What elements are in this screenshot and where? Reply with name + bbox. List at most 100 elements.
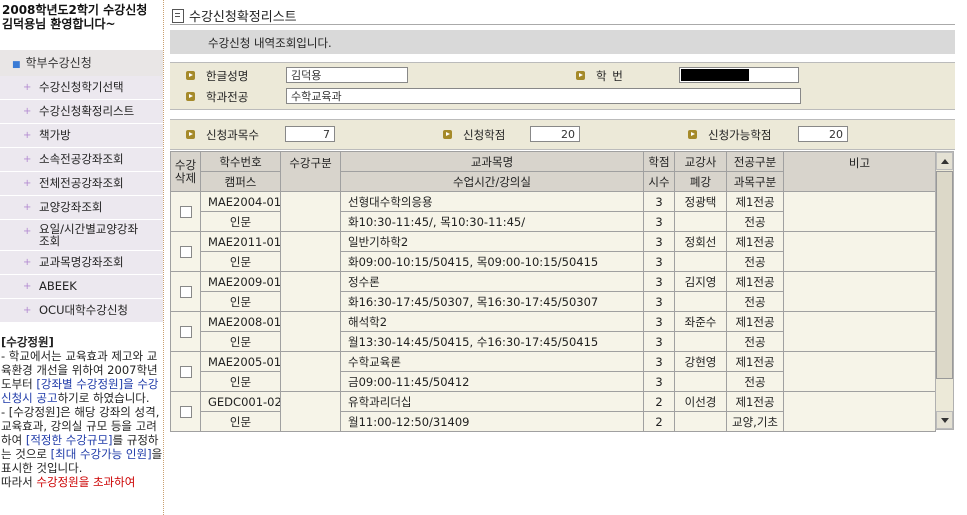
sidebar-item-confirmed-list[interactable]: + 수강신청확정리스트 bbox=[0, 100, 163, 124]
header-text: 수강 bbox=[174, 157, 197, 172]
subject-type: 전공 bbox=[726, 251, 784, 272]
enroll-type bbox=[280, 351, 341, 392]
closed bbox=[674, 291, 727, 312]
major-type: 제1전공 bbox=[726, 191, 784, 212]
page-title-text: 수강신청확정리스트 bbox=[189, 10, 297, 25]
hours: 3 bbox=[643, 371, 675, 392]
credit: 3 bbox=[643, 351, 675, 372]
notice-highlight: [적정한 수강규모] bbox=[25, 433, 113, 447]
major-label: 학과전공 bbox=[206, 90, 249, 104]
plus-icon: + bbox=[23, 226, 32, 237]
notice-highlight: [최대 수강가능 인원] bbox=[50, 447, 152, 461]
note bbox=[783, 391, 936, 432]
credit: 3 bbox=[643, 311, 675, 332]
course-table: 수강 삭제 학수번호 수강구분 교과목명 학점 교강사 전공구분 비고 캠퍼스 수… bbox=[170, 151, 936, 432]
sidebar: 2008학년도2학기 수강신청 김덕용님 환영합니다~ ■ 학부수강신청 + 수강신… bbox=[0, 0, 164, 515]
enroll-type bbox=[280, 391, 341, 432]
sidebar-item-ocu[interactable]: + OCU대학수강신청 bbox=[0, 299, 163, 323]
closed bbox=[674, 411, 727, 432]
table-row: MAE2005-01 수학교육론 3 강현영 제1전공 bbox=[170, 351, 936, 392]
major-field: 수학교육과 bbox=[286, 88, 801, 104]
subject-type: 전공 bbox=[726, 291, 784, 312]
schedule: 화09:00-10:15/50415, 목09:00-10:15/50415 bbox=[340, 251, 644, 272]
header-text: 삭제 bbox=[174, 170, 197, 185]
professor: 정광택 bbox=[674, 191, 727, 212]
document-icon bbox=[172, 9, 184, 23]
sidebar-item-bookbag[interactable]: + 책가방 bbox=[0, 124, 163, 148]
scroll-down-arrow-icon[interactable] bbox=[936, 411, 953, 429]
page-title: 수강신청확정리스트 bbox=[172, 6, 297, 25]
notice-paragraph-1: - 학교에서는 교육효과 제고와 교육환경 개선을 위하여 2007학년도부터 … bbox=[1, 349, 163, 405]
delete-checkbox[interactable] bbox=[179, 246, 192, 258]
campus: 인문 bbox=[200, 331, 281, 352]
sidebar-item-semester-select[interactable]: + 수강신청학기선택 bbox=[0, 76, 163, 100]
delete-cell bbox=[170, 311, 201, 352]
schedule: 금09:00-11:45/50412 bbox=[340, 371, 644, 392]
arrow-bullet-icon bbox=[576, 71, 585, 80]
delete-cell bbox=[170, 391, 201, 432]
course-name: 수학교육론 bbox=[340, 351, 644, 372]
sidebar-item-abeek[interactable]: + ABEEK bbox=[0, 275, 163, 299]
sidebar-item-general-courses[interactable]: + 교양강좌조회 bbox=[0, 196, 163, 220]
max-credits-label: 신청가능학점 bbox=[708, 128, 772, 142]
scroll-thumb[interactable] bbox=[936, 171, 953, 379]
delete-checkbox[interactable] bbox=[179, 366, 192, 378]
closed bbox=[674, 371, 727, 392]
header-enroll-type: 수강구분 bbox=[280, 151, 341, 192]
header-closed: 폐강 bbox=[674, 171, 727, 192]
major-type: 제1전공 bbox=[726, 311, 784, 332]
header-course-code: 학수번호 bbox=[200, 151, 281, 172]
plus-icon: + bbox=[23, 130, 32, 141]
professor: 정회선 bbox=[674, 231, 727, 252]
info-bar: 수강신청 내역조회입니다. bbox=[170, 30, 955, 54]
table-row: GEDC001-02 유학과리더십 2 이선경 제1전공 bbox=[170, 391, 936, 432]
credits-field: 20 bbox=[530, 126, 580, 142]
sidebar-item-label: 교양강좌조회 bbox=[39, 200, 103, 214]
scroll-up-arrow-icon[interactable] bbox=[936, 152, 953, 170]
welcome-message: 2008학년도2학기 수강신청 김덕용님 환영합니다~ bbox=[0, 0, 163, 43]
sidebar-item-label: 전체전공강좌조회 bbox=[39, 176, 124, 190]
closed bbox=[674, 251, 727, 272]
credit: 2 bbox=[643, 391, 675, 412]
major-type: 제1전공 bbox=[726, 271, 784, 292]
delete-checkbox[interactable] bbox=[179, 286, 192, 298]
sidebar-item-course-name-search[interactable]: + 교과목명강좌조회 bbox=[0, 251, 163, 275]
delete-cell bbox=[170, 231, 201, 272]
major-type: 제1전공 bbox=[726, 351, 784, 372]
credit: 3 bbox=[643, 231, 675, 252]
course-name: 일반기하학2 bbox=[340, 231, 644, 252]
delete-checkbox[interactable] bbox=[179, 206, 192, 218]
schedule: 화10:30-11:45/, 목10:30-11:45/ bbox=[340, 211, 644, 232]
sidebar-main-item[interactable]: ■ 학부수강신청 bbox=[0, 50, 163, 76]
square-bullet-icon: ■ bbox=[12, 60, 21, 70]
arrow-bullet-icon bbox=[688, 130, 697, 139]
delete-checkbox[interactable] bbox=[179, 406, 192, 418]
course-code: MAE2011-01 bbox=[200, 231, 281, 252]
header-schedule: 수업시간/강의실 bbox=[340, 171, 644, 192]
sidebar-item-dept-major-courses[interactable]: + 소속전공강좌조회 bbox=[0, 148, 163, 172]
notice-title: [수강정원] bbox=[1, 335, 54, 349]
major-type: 제1전공 bbox=[726, 391, 784, 412]
course-code: MAE2004-01 bbox=[200, 191, 281, 212]
vertical-scrollbar[interactable] bbox=[935, 151, 954, 430]
notice-paragraph-2: - [수강정원]은 해당 강좌의 성격, 교육효과, 강의실 규모 등을 고려하… bbox=[1, 405, 163, 475]
campus: 인문 bbox=[200, 251, 281, 272]
welcome-line-1: 2008학년도2학기 수강신청 bbox=[2, 3, 148, 17]
table-row: MAE2009-01 정수론 3 김지영 제1전공 bbox=[170, 271, 936, 312]
schedule: 월11:00-12:50/31409 bbox=[340, 411, 644, 432]
delete-cell bbox=[170, 271, 201, 312]
enroll-type bbox=[280, 311, 341, 352]
subject-type: 전공 bbox=[726, 371, 784, 392]
credits-label: 신청학점 bbox=[463, 128, 506, 142]
sidebar-item-label: 교과목명강좌조회 bbox=[39, 255, 124, 269]
notice-box: [수강정원] - 학교에서는 교육효과 제고와 교육환경 개선을 위하여 200… bbox=[0, 335, 163, 489]
sidebar-item-all-major-courses[interactable]: + 전체전공강좌조회 bbox=[0, 172, 163, 196]
arrow-bullet-icon bbox=[443, 130, 452, 139]
subject-type: 전공 bbox=[726, 211, 784, 232]
note bbox=[783, 271, 936, 312]
sidebar-item-label: OCU대학수강신청 bbox=[39, 303, 128, 317]
course-code: MAE2005-01 bbox=[200, 351, 281, 372]
delete-cell bbox=[170, 191, 201, 232]
delete-checkbox[interactable] bbox=[179, 326, 192, 338]
sidebar-item-daytime-general-courses[interactable]: + 요일/시간별교양강좌 조회 bbox=[0, 220, 163, 251]
